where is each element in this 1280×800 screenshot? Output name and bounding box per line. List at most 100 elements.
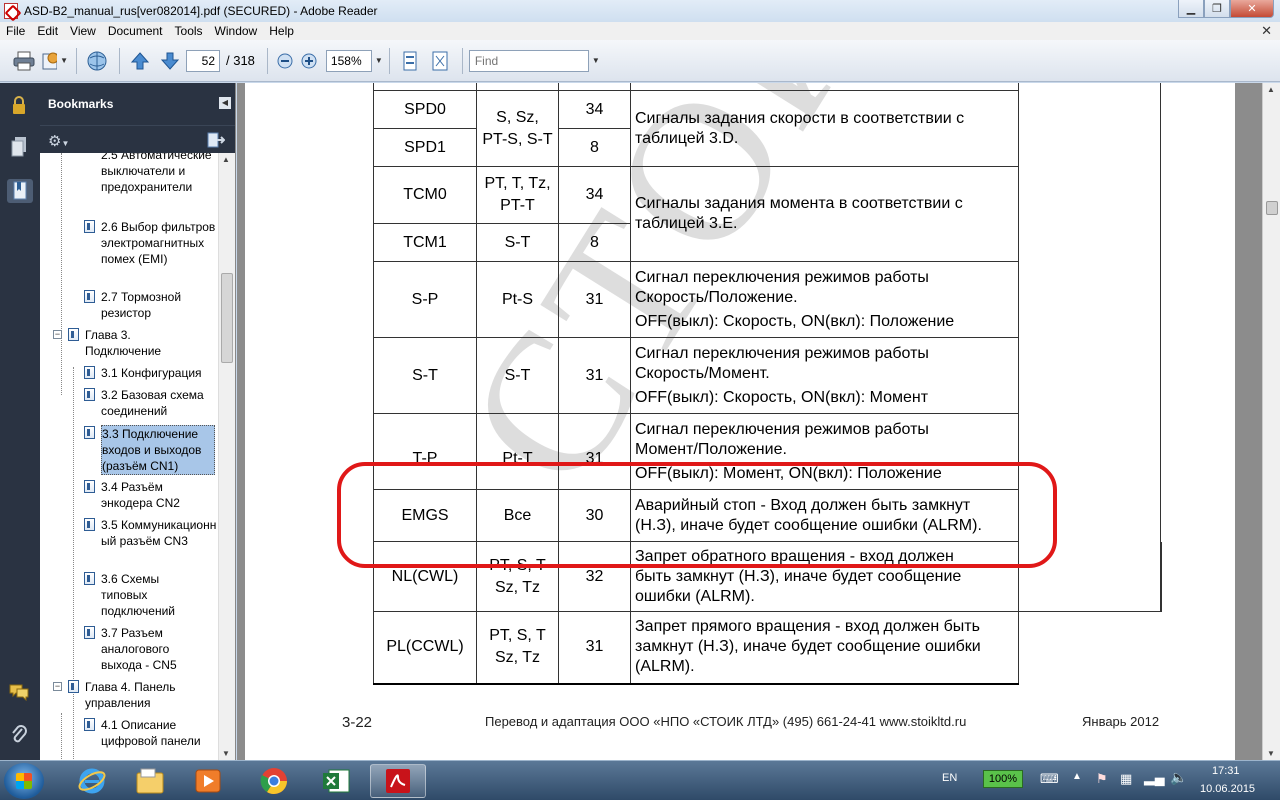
find-input[interactable] (468, 49, 589, 72)
lock-icon[interactable] (8, 93, 30, 117)
restore-button[interactable]: ❐ (1204, 0, 1230, 18)
print-button[interactable] (10, 47, 38, 75)
fit-page-button[interactable] (426, 47, 454, 75)
bookmark-item[interactable]: 4.1 Описание цифровой панели (84, 717, 218, 749)
network-icon[interactable]: ▦ (1120, 771, 1132, 787)
bookmark-tree: 2.5 Автоматические выключатели и предохр… (40, 153, 218, 760)
previous-page-button[interactable] (126, 47, 154, 75)
excel-icon (323, 769, 350, 793)
scroll-up-icon[interactable]: ▲ (222, 155, 230, 164)
bookmark-icon (84, 290, 95, 303)
chrome-button[interactable] (246, 764, 302, 798)
menu-edit[interactable]: Edit (31, 24, 64, 38)
zoom-dropdown-icon[interactable]: ▼ (375, 56, 383, 65)
scrollbar-thumb[interactable] (1266, 201, 1278, 215)
show-hidden-icons-icon[interactable]: ▲ (1072, 771, 1082, 782)
bookmarks-title: Bookmarks (48, 97, 114, 111)
bookmark-item[interactable]: 2.6 Выбор фильтров электромагнитных поме… (84, 219, 218, 267)
chrome-icon (260, 768, 288, 795)
language-indicator[interactable]: EN (942, 772, 957, 784)
collaborate-button[interactable] (83, 47, 111, 75)
flag-icon[interactable]: ⚑ (1096, 771, 1108, 787)
close-button[interactable]: ✕ (1230, 0, 1274, 18)
bookmark-item[interactable]: 3.2 Базовая схема соединений (84, 387, 218, 419)
bookmark-icon (84, 220, 95, 233)
print-icon (13, 51, 35, 70)
bookmark-item-selected[interactable]: 3.3 Подключение входов и выходов (разъём… (84, 425, 215, 475)
document-scrollbar[interactable]: ▲ ▼ (1262, 83, 1280, 760)
signal-icon[interactable]: ▂▄ (1144, 769, 1165, 786)
page-number-input[interactable] (186, 49, 220, 72)
bookmark-item[interactable]: 3.4 Разъём энкодера CN2 (84, 479, 201, 511)
bookmark-icon (84, 426, 95, 439)
bookmark-item[interactable]: 3.5 Коммуникационный разъём CN3 (84, 517, 218, 549)
pages-icon[interactable] (8, 135, 30, 159)
bookmark-icon (84, 572, 95, 585)
page-number: 3-22 (342, 714, 373, 731)
zoom-input[interactable] (325, 49, 372, 72)
collapse-icon[interactable]: − (53, 330, 62, 339)
scroll-down-icon[interactable]: ▼ (1267, 749, 1275, 758)
menu-document[interactable]: Document (102, 24, 169, 38)
bookmark-icon (68, 328, 79, 341)
comments-icon[interactable] (8, 680, 30, 704)
taskbar: EN 17:31 10.06.2015 ⌨ ▲ ⚑ ▦ ▂▄ 🔈 (0, 760, 1280, 800)
minimize-button[interactable]: ▁ (1178, 0, 1204, 18)
menu-help[interactable]: Help (263, 24, 300, 38)
bookmark-icon (84, 480, 95, 493)
explorer-button[interactable] (122, 764, 178, 798)
volume-icon[interactable]: 🔈 (1170, 769, 1187, 786)
bookmarks-icon[interactable] (7, 179, 33, 203)
title-bar: ASD-B2_manual_rus[ver082014].pdf (SECURE… (0, 0, 1280, 22)
close-document-icon[interactable]: ✕ (1261, 23, 1272, 39)
collapse-icon[interactable]: − (53, 682, 62, 691)
bookmark-item[interactable]: 3.6 Схемы типовых подключений (84, 571, 191, 619)
arrow-up-icon (130, 51, 150, 69)
adobe-reader-icon (4, 3, 18, 19)
next-page-button[interactable] (156, 47, 184, 75)
gear-icon[interactable]: ⚙▼ (48, 132, 69, 150)
battery-indicator[interactable]: 100% (983, 770, 1023, 788)
menu-file[interactable]: File (0, 24, 31, 38)
page-total: / 318 (226, 53, 255, 68)
page-layout-icon (403, 51, 417, 70)
find-dropdown-icon[interactable]: ▼ (592, 56, 600, 65)
clock-date[interactable]: 10.06.2015 (1200, 783, 1255, 795)
ie-button[interactable] (64, 764, 120, 798)
footer-date: Январь 2012 (1082, 714, 1160, 729)
scrollbar-thumb[interactable] (221, 273, 233, 363)
scrolling-mode-button[interactable] (396, 47, 424, 75)
bookmark-item[interactable]: 3.7 Разъем аналогового выхода - CN5 (84, 625, 201, 673)
start-button[interactable] (4, 763, 44, 799)
menu-window[interactable]: Window (209, 24, 264, 38)
arrow-down-icon (160, 52, 180, 70)
scroll-up-icon[interactable]: ▲ (1267, 85, 1275, 94)
scroll-down-icon[interactable]: ▼ (222, 749, 230, 758)
zoom-in-button[interactable] (298, 47, 320, 75)
bookmark-item[interactable]: 3.1 Конфигурация (84, 365, 218, 381)
bookmark-item[interactable]: 2.5 Автоматические выключатели и предохр… (84, 153, 218, 195)
bookmarks-scrollbar[interactable]: ▲ ▼ (218, 153, 235, 760)
menu-tools[interactable]: Tools (169, 24, 209, 38)
zoom-out-icon (277, 53, 293, 68)
folder-icon (136, 768, 164, 794)
adobe-reader-button[interactable] (370, 764, 426, 798)
bookmark-chapter-4[interactable]: − Глава 4. Панель управления (53, 679, 195, 711)
attachments-icon[interactable] (8, 723, 30, 747)
globe-icon (87, 51, 107, 70)
bookmark-item[interactable]: 2.7 Тормозной резистор (84, 289, 201, 321)
share-button[interactable]: ▼ (40, 47, 68, 75)
expand-bookmark-icon[interactable] (207, 132, 225, 148)
collapse-panel-icon[interactable]: ◀ (219, 97, 231, 109)
highlight-ellipse (337, 462, 1057, 568)
bookmarks-header: Bookmarks ◀ (40, 83, 235, 125)
excel-button[interactable] (308, 764, 364, 798)
adobe-reader-icon (386, 769, 410, 793)
zoom-out-button[interactable] (274, 47, 296, 75)
bookmarks-panel: Bookmarks ◀ ⚙▼ 2.5 Автоматические выключ… (40, 83, 236, 760)
clock-time[interactable]: 17:31 (1212, 765, 1240, 777)
bookmark-chapter-3[interactable]: − Глава 3. Подключение (53, 327, 175, 359)
media-player-button[interactable] (180, 764, 236, 798)
keyboard-icon[interactable]: ⌨ (1040, 771, 1059, 787)
menu-view[interactable]: View (64, 24, 102, 38)
